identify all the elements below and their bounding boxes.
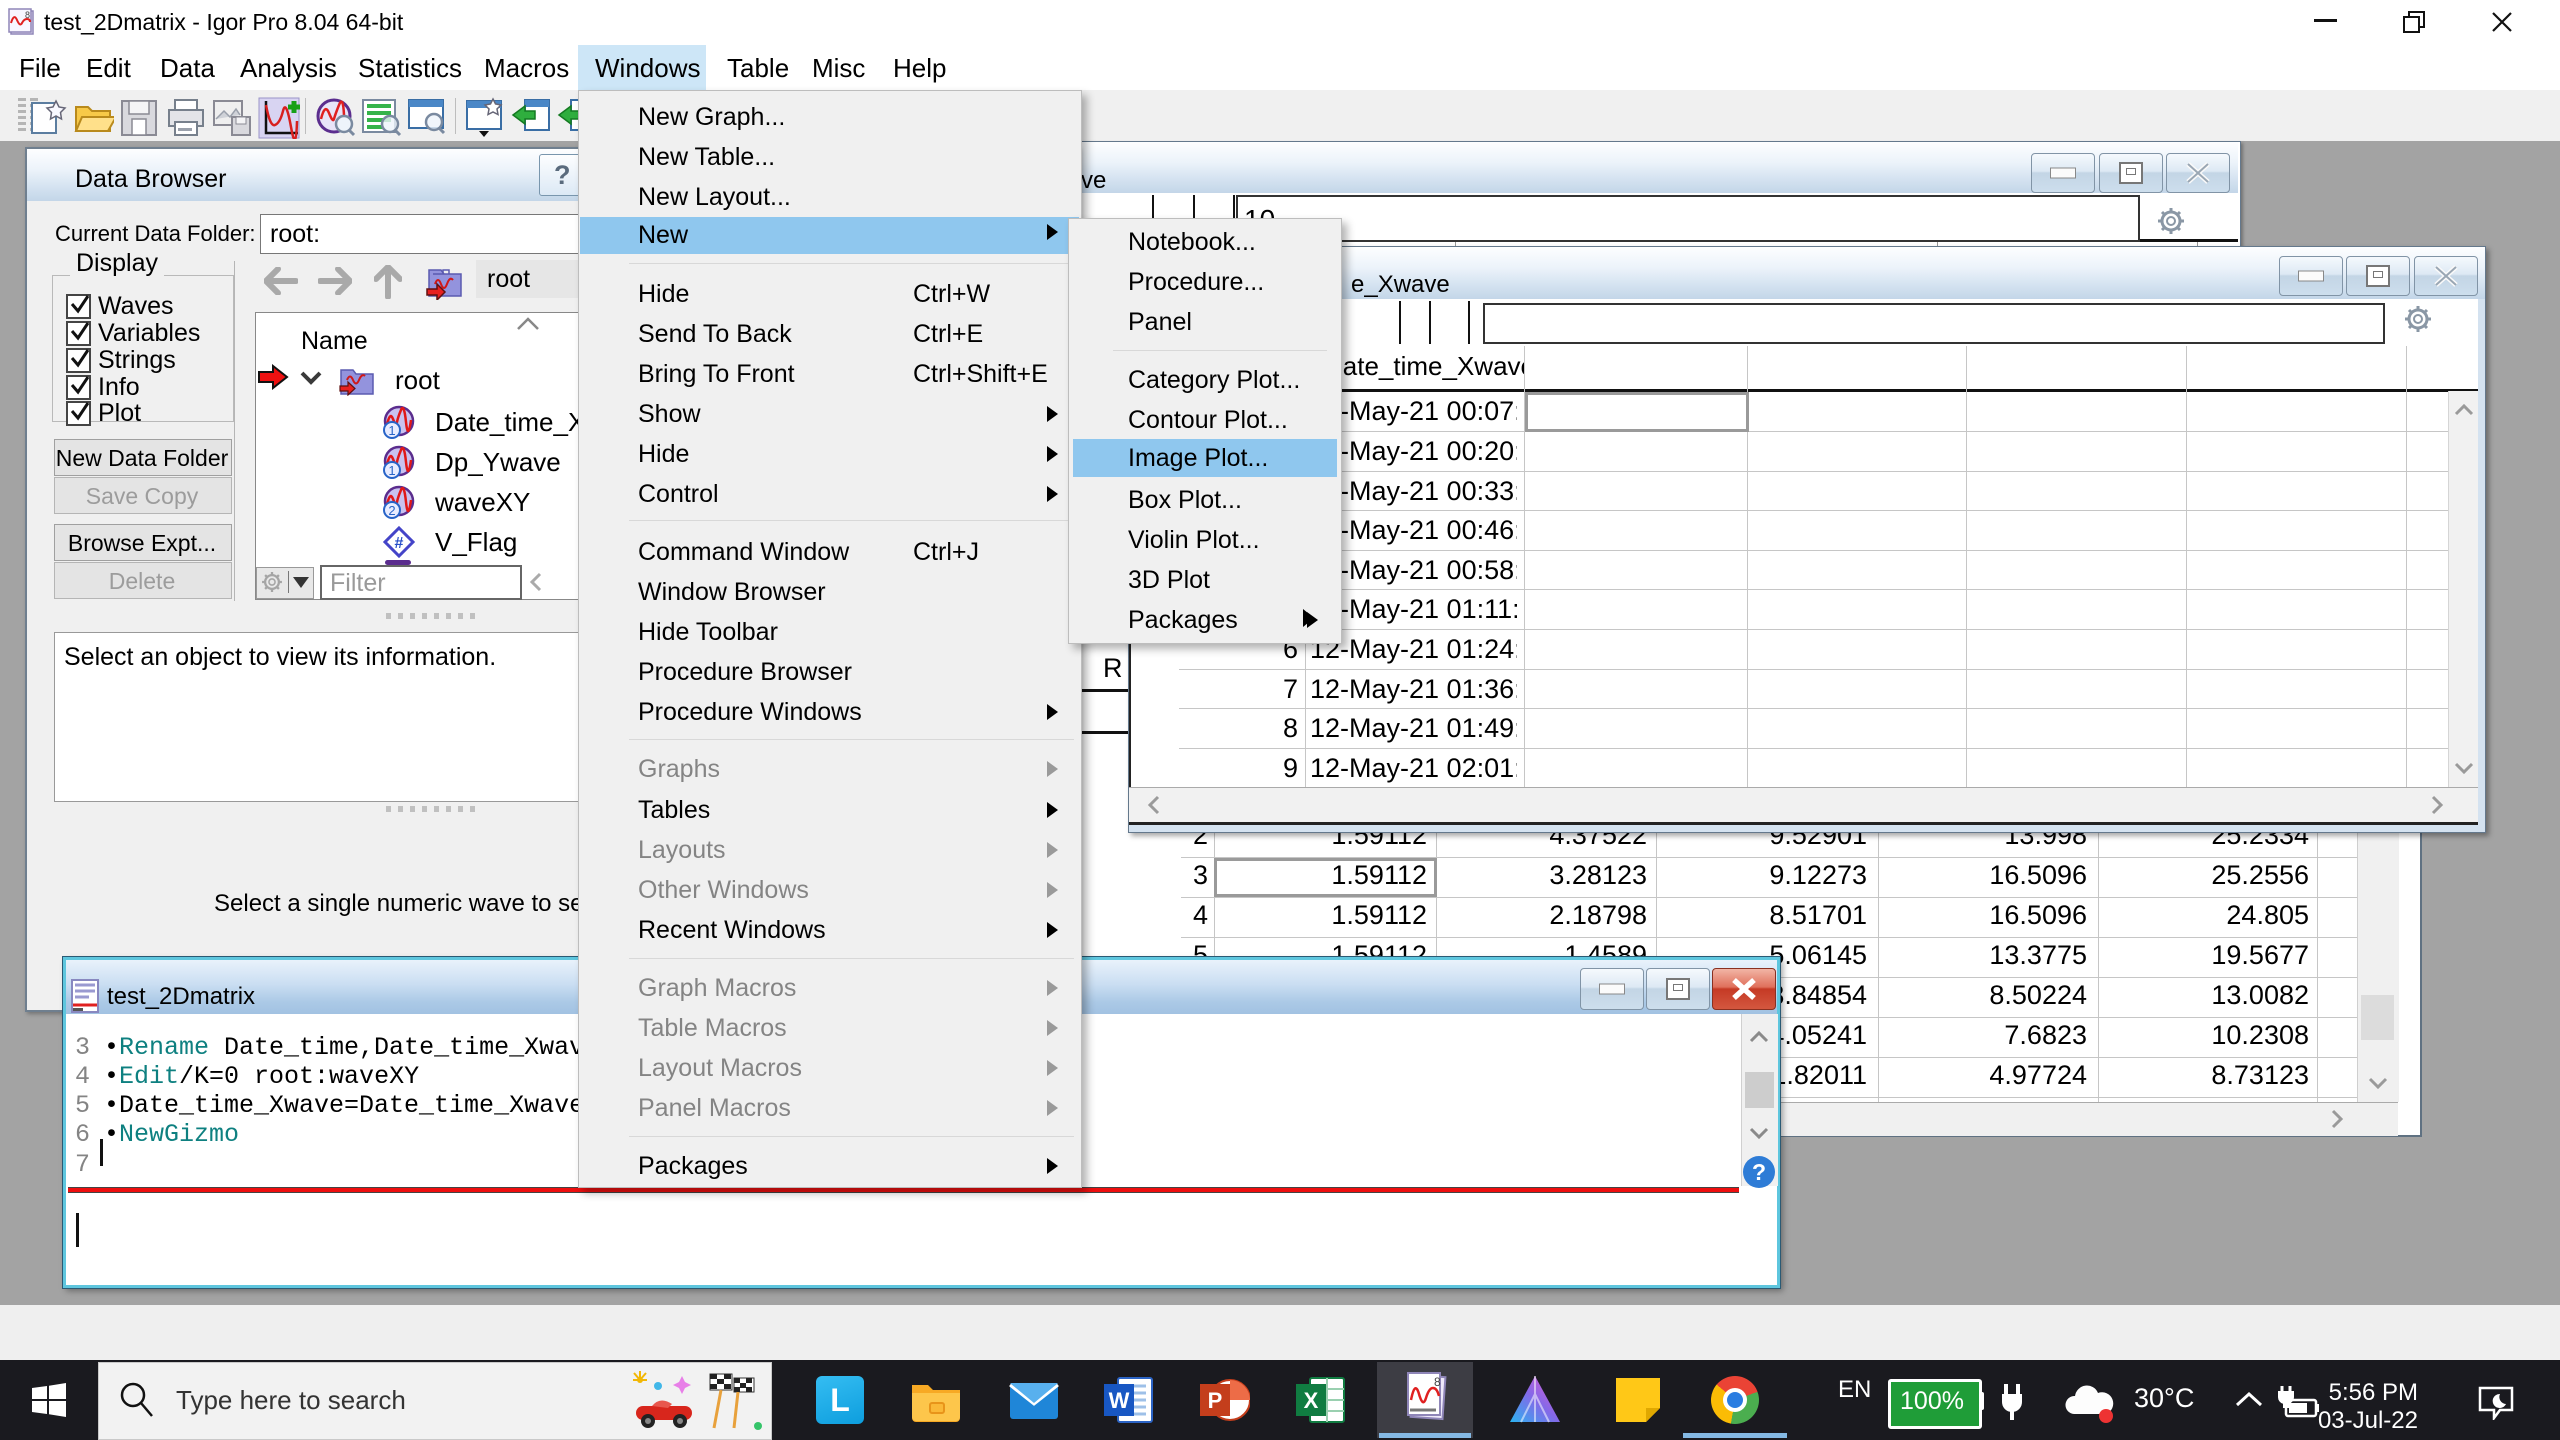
svg-text:P: P xyxy=(1208,1388,1223,1413)
svg-text:8: 8 xyxy=(25,10,30,20)
svg-text:1: 1 xyxy=(388,423,395,438)
svg-text:8: 8 xyxy=(1434,1375,1441,1389)
svg-text:#: # xyxy=(395,535,404,552)
svg-text:2: 2 xyxy=(388,503,395,518)
svg-text:1: 1 xyxy=(388,463,395,478)
svg-text:W: W xyxy=(1109,1388,1130,1413)
svg-text:X: X xyxy=(1304,1388,1319,1413)
